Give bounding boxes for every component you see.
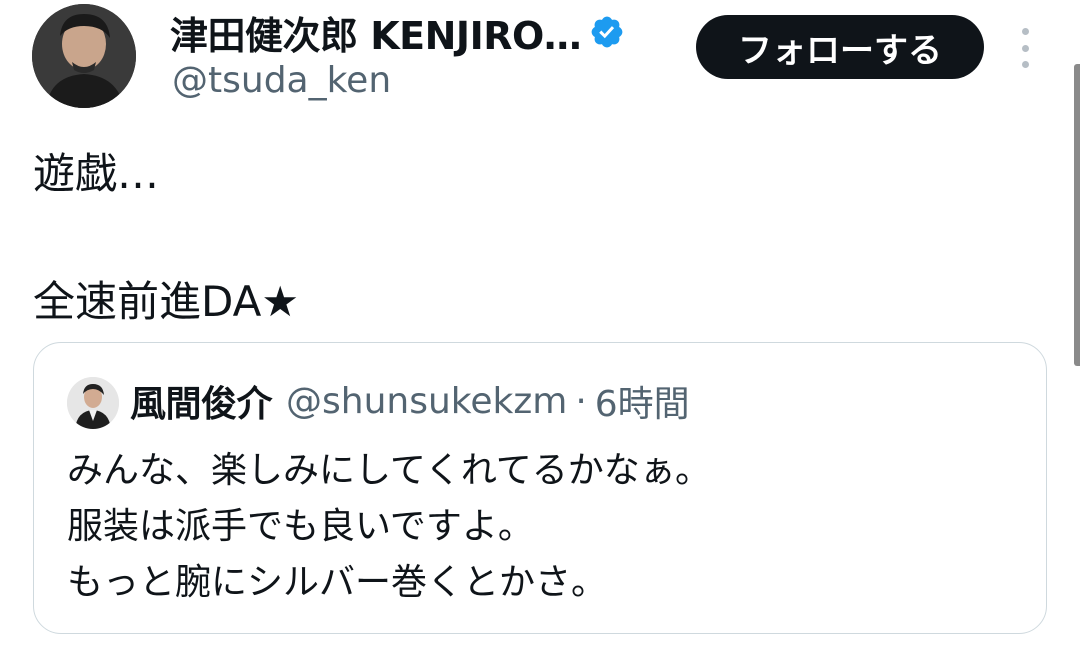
more-dot <box>1021 28 1029 35</box>
verified-badge-icon <box>589 14 625 50</box>
author-handle[interactable]: @tsuda_ken <box>172 60 391 101</box>
tweet-text-line: 全速前進DA★ <box>33 277 299 326</box>
profile-photo-icon <box>67 377 119 429</box>
author-name-row: 津田健次郎 KENJIRO… <box>170 6 625 58</box>
quoted-handle[interactable]: @shunsukekzm <box>286 381 567 422</box>
profile-photo-icon <box>32 4 136 108</box>
quoted-tweet-text: みんな、楽しみにしてくれてるかなぁ。 服装は派手でも良いですよ。 もっと腕にシル… <box>67 443 711 611</box>
separator-dot: · <box>575 380 587 422</box>
quoted-timestamp[interactable]: 6時間 <box>595 375 690 427</box>
follow-button[interactable]: フォローする <box>696 15 984 79</box>
quoted-tweet-card[interactable]: 風間俊介 @shunsukekzm · 6時間 みんな、楽しみにしてくれてるかな… <box>33 342 1047 634</box>
more-dot <box>1021 61 1029 68</box>
more-vertical-icon[interactable] <box>1010 28 1040 68</box>
tweet-text-line: 遊戯… <box>33 149 160 198</box>
quoted-display-name[interactable]: 風間俊介 <box>130 375 273 427</box>
quoted-text-line: もっと腕にシルバー巻くとかさ。 <box>67 562 608 603</box>
quoted-header: 風間俊介 @shunsukekzm · 6時間 <box>130 373 690 429</box>
scrollbar[interactable] <box>1074 64 1080 366</box>
quoted-text-line: みんな、楽しみにしてくれてるかなぁ。 <box>67 450 712 491</box>
quoted-author-avatar[interactable] <box>67 377 119 429</box>
author-display-name[interactable]: 津田健次郎 KENJIRO… <box>170 5 582 60</box>
tweet: 津田健次郎 KENJIRO… @tsuda_ken フォローする 遊戯… 全速前… <box>0 0 1080 671</box>
quoted-text-line: 服装は派手でも良いですよ。 <box>67 506 534 547</box>
author-avatar[interactable] <box>32 4 136 108</box>
more-dot <box>1021 44 1029 52</box>
